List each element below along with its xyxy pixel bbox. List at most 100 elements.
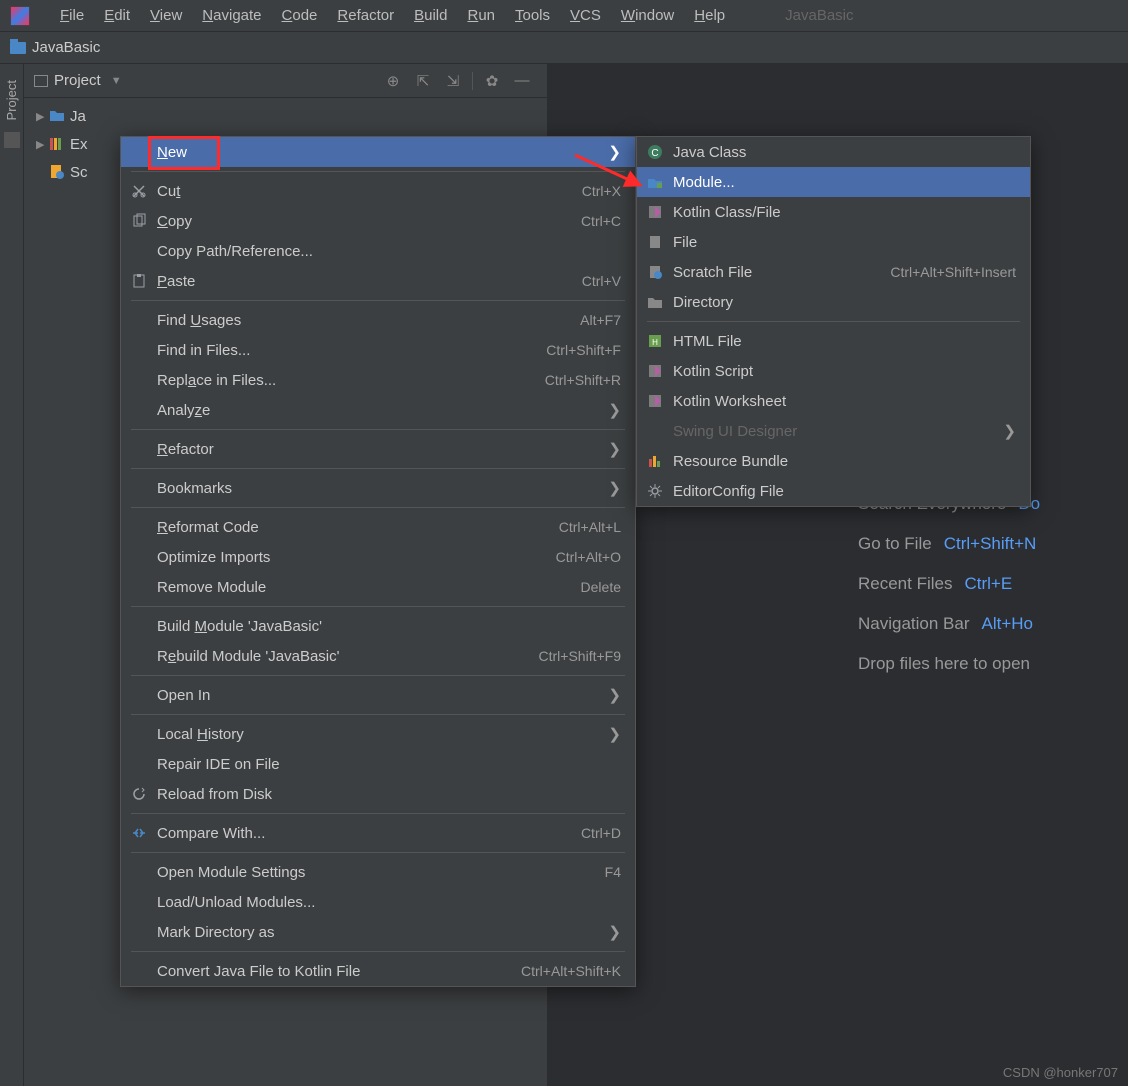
expand-arrow-icon[interactable]: ▶ (36, 138, 48, 151)
menu-item-reformat-code[interactable]: Reformat CodeCtrl+Alt+L (121, 512, 635, 542)
menu-item-cut[interactable]: CutCtrl+X (121, 176, 635, 206)
breadcrumb-root[interactable]: JavaBasic (32, 39, 100, 56)
collapse-all-icon[interactable]: ⇲ (444, 72, 462, 90)
menu-run[interactable]: Run (457, 7, 505, 24)
menu-vcs[interactable]: VCS (560, 7, 611, 24)
window-title: JavaBasic (735, 7, 853, 24)
breadcrumb: JavaBasic (0, 32, 1128, 64)
menu-item-label: EditorConfig File (673, 483, 1016, 500)
menu-item-label: Open Module Settings (157, 864, 605, 881)
gear-icon[interactable]: ✿ (483, 72, 501, 90)
menu-file[interactable]: File (50, 7, 94, 24)
hint-label: Drop files here to open (858, 654, 1030, 674)
menu-item-paste[interactable]: PasteCtrl+V (121, 266, 635, 296)
toolwindow-header: Project ▼ ⊕ ⇱ ⇲ ✿ — (24, 64, 547, 98)
menu-item-label: Kotlin Class/File (673, 204, 1016, 221)
menu-item-remove-module[interactable]: Remove ModuleDelete (121, 572, 635, 602)
cut-icon (121, 183, 157, 199)
menu-window[interactable]: Window (611, 7, 684, 24)
menu-build[interactable]: Build (404, 7, 457, 24)
menu-item-analyze[interactable]: Analyze❯ (121, 395, 635, 425)
menu-item-rebuild-module-javabasic-[interactable]: Rebuild Module 'JavaBasic'Ctrl+Shift+F9 (121, 641, 635, 671)
editor-hint: Drop files here to open (858, 654, 1128, 674)
expand-arrow-icon[interactable]: ▶ (36, 110, 48, 123)
menu-item-label: Reload from Disk (157, 786, 621, 803)
menu-item-kotlin-class-file[interactable]: Kotlin Class/File (637, 197, 1030, 227)
hint-shortcut: Ctrl+Shift+N (944, 534, 1037, 554)
context-menu: New❯ CutCtrl+XCopyCtrl+CCopy Path/Referen… (120, 136, 636, 987)
shortcut-label: Ctrl+Shift+F (546, 342, 621, 358)
menu-item-file[interactable]: File (637, 227, 1030, 257)
menu-item-convert-java-file-to-kotlin-file[interactable]: Convert Java File to Kotlin FileCtrl+Alt… (121, 956, 635, 986)
menu-item-new[interactable]: New❯ (121, 137, 635, 167)
menu-item-html-file[interactable]: HHTML File (637, 326, 1030, 356)
menu-item-label: HTML File (673, 333, 1016, 350)
submenu-arrow-icon: ❯ (598, 143, 621, 161)
menu-item-open-module-settings[interactable]: Open Module SettingsF4 (121, 857, 635, 887)
menu-item-bookmarks[interactable]: Bookmarks❯ (121, 473, 635, 503)
menu-item-load-unload-modules-[interactable]: Load/Unload Modules... (121, 887, 635, 917)
menu-item-editorconfig-file[interactable]: EditorConfig File (637, 476, 1030, 506)
menu-item-label: Find Usages (157, 312, 580, 329)
menu-item-compare-with-[interactable]: Compare With...Ctrl+D (121, 818, 635, 848)
locate-icon[interactable]: ⊕ (384, 72, 402, 90)
expand-all-icon[interactable]: ⇱ (414, 72, 432, 90)
menu-item-find-usages[interactable]: Find UsagesAlt+F7 (121, 305, 635, 335)
menu-item-find-in-files-[interactable]: Find in Files...Ctrl+Shift+F (121, 335, 635, 365)
menu-item-optimize-imports[interactable]: Optimize ImportsCtrl+Alt+O (121, 542, 635, 572)
menu-view[interactable]: View (140, 7, 192, 24)
menu-edit[interactable]: Edit (94, 7, 140, 24)
structure-tab-icon[interactable] (4, 132, 20, 148)
svg-text:C: C (651, 148, 658, 159)
toolwindow-title[interactable]: Project (54, 72, 101, 89)
menu-item-directory[interactable]: Directory (637, 287, 1030, 317)
chevron-down-icon[interactable]: ▼ (111, 75, 122, 87)
menu-item-kotlin-script[interactable]: Kotlin Script (637, 356, 1030, 386)
menu-item-module-[interactable]: Module... (637, 167, 1030, 197)
menu-item-label: Refactor (157, 441, 598, 458)
menu-item-local-history[interactable]: Local History❯ (121, 719, 635, 749)
menu-code[interactable]: Code (272, 7, 328, 24)
scratches-icon (48, 164, 66, 180)
kotlin-icon (637, 204, 673, 220)
editor-hint: Go to File Ctrl+Shift+N (858, 534, 1128, 554)
menu-item-refactor[interactable]: Refactor❯ (121, 434, 635, 464)
menu-item-copy[interactable]: CopyCtrl+C (121, 206, 635, 236)
shortcut-label: Ctrl+V (582, 273, 621, 289)
menu-item-label: Mark Directory as (157, 924, 598, 941)
menu-item-resource-bundle[interactable]: Resource Bundle (637, 446, 1030, 476)
bundle-icon (637, 453, 673, 469)
editor-hint: Navigation BarAlt+Ho (858, 614, 1128, 634)
menu-item-label: Reformat Code (157, 519, 559, 536)
menu-navigate[interactable]: Navigate (192, 7, 271, 24)
menu-item-java-class[interactable]: CJava Class (637, 137, 1030, 167)
menu-item-open-in[interactable]: Open In❯ (121, 680, 635, 710)
menu-item-build-module-javabasic-[interactable]: Build Module 'JavaBasic' (121, 611, 635, 641)
menu-item-label: Build Module 'JavaBasic' (157, 618, 621, 635)
menu-item-replace-in-files-[interactable]: Replace in Files...Ctrl+Shift+R (121, 365, 635, 395)
menu-item-scratch-file[interactable]: Scratch FileCtrl+Alt+Shift+Insert (637, 257, 1030, 287)
menu-refactor[interactable]: Refactor (327, 7, 404, 24)
menu-tools[interactable]: Tools (505, 7, 560, 24)
kotlin-icon (637, 393, 673, 409)
hide-icon[interactable]: — (513, 72, 531, 89)
toolwindow-stripe: Project (0, 64, 24, 1086)
shortcut-label: Ctrl+Shift+F9 (539, 648, 621, 664)
file-icon (637, 234, 673, 250)
submenu-arrow-icon: ❯ (598, 923, 621, 941)
menu-item-repair-ide-on-file[interactable]: Repair IDE on File (121, 749, 635, 779)
menu-help[interactable]: Help (684, 7, 735, 24)
shortcut-label: Ctrl+C (581, 213, 621, 229)
menu-item-mark-directory-as[interactable]: Mark Directory as❯ (121, 917, 635, 947)
menu-item-copy-path-reference-[interactable]: Copy Path/Reference... (121, 236, 635, 266)
tree-node[interactable]: ▶ Ja (24, 102, 547, 130)
menu-item-label: Remove Module (157, 579, 581, 596)
shortcut-label: Alt+F7 (580, 312, 621, 328)
hint-label: Go to File (858, 534, 932, 554)
watermark: CSDN @honker707 (1003, 1065, 1118, 1080)
project-tab[interactable]: Project (4, 74, 19, 126)
menu-item-kotlin-worksheet[interactable]: Kotlin Worksheet (637, 386, 1030, 416)
submenu-arrow-icon: ❯ (598, 686, 621, 704)
shortcut-label: Ctrl+Alt+O (556, 549, 621, 565)
menu-item-reload-from-disk[interactable]: Reload from Disk (121, 779, 635, 809)
